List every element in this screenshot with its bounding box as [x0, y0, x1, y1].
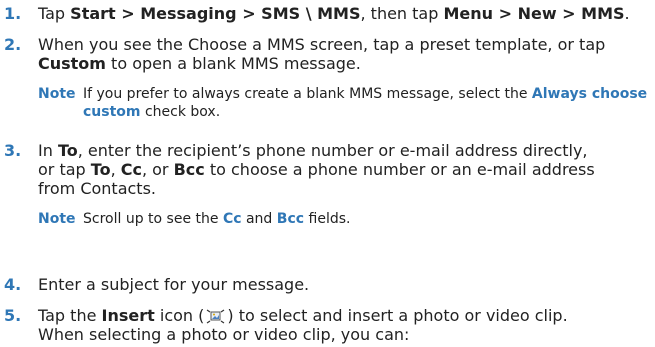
step-number: 5. [4, 306, 22, 325]
note-text: If you prefer to always create a blank M… [83, 86, 648, 120]
step-number: 3. [4, 141, 22, 160]
step-4: 4. Enter a subject for your message. [0, 275, 655, 294]
step-3: 3. In To, enter the recipient’s phone nu… [0, 141, 655, 228]
step-text: Enter a subject for your message. [38, 275, 310, 294]
step-2: 2. When you see the Choose a MMS screen,… [0, 35, 655, 121]
note-text: Scroll up to see the Cc and Bcc fields. [83, 210, 351, 227]
step-text: When you see the Choose a MMS screen, ta… [38, 35, 606, 74]
note-label: Note [38, 86, 76, 103]
step-number: 1. [4, 4, 22, 23]
step-text: Tap the Insert icon () to select and ins… [38, 306, 568, 345]
step-text: Tap Start > Messaging > SMS \ MMS, then … [38, 4, 630, 23]
insert-icon [206, 309, 225, 324]
note: Note Scroll up to see the Cc and Bcc fie… [38, 211, 655, 229]
step-1: 1. Tap Start > Messaging > SMS \ MMS, th… [0, 4, 655, 23]
step-number: 4. [4, 275, 22, 294]
step-text: In To, enter the recipient’s phone numbe… [38, 141, 595, 199]
note-label: Note [38, 210, 76, 227]
note: Note If you prefer to always create a bl… [38, 86, 655, 121]
step-5: 5. Tap the Insert icon () to select and … [0, 306, 655, 344]
step-number: 2. [4, 35, 22, 54]
